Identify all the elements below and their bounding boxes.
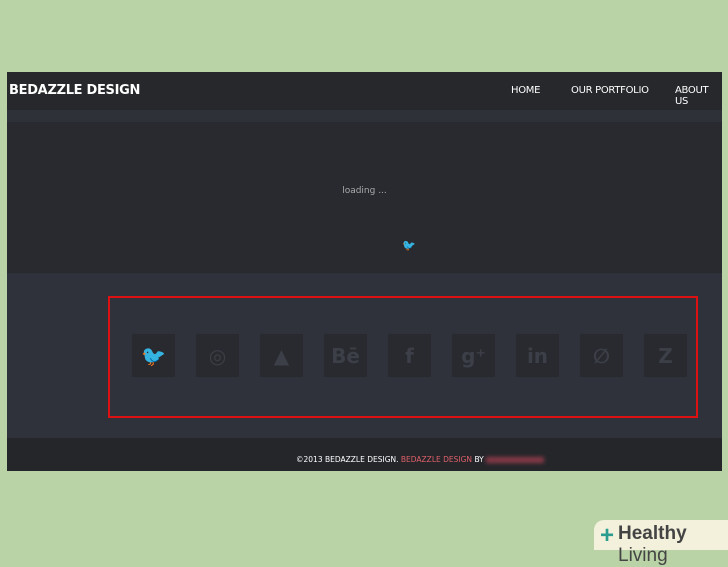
site-logo[interactable]: BEDAZZLE DESIGN (9, 83, 140, 98)
header-stripe (7, 110, 722, 122)
twitter-icon[interactable]: 🐦 (402, 239, 416, 252)
zerply-icon[interactable]: Z (644, 334, 687, 377)
twitter-icon[interactable]: 🐦 (132, 334, 175, 377)
loading-text: loading ... (342, 186, 387, 196)
footer-by: BY (474, 455, 484, 464)
footer-link[interactable]: BEDAZZLE DESIGN (401, 455, 472, 464)
nav-our-portfolio[interactable]: OUR PORTFOLIO (571, 85, 649, 96)
watermark-bold: Healthy (618, 523, 687, 544)
hero: loading ... 🐦 (7, 122, 722, 273)
dribbble-icon[interactable]: ◎ (196, 334, 239, 377)
evernote-icon[interactable]: ∅ (580, 334, 623, 377)
facebook-icon[interactable]: f (388, 334, 431, 377)
nav-about-us[interactable]: ABOUT US (675, 85, 722, 107)
social-section: 🐦 ◎ ▲ Bē f g⁺ in ∅ Z (7, 273, 722, 438)
blurred-author (486, 457, 545, 463)
linkedin-icon[interactable]: in (516, 334, 559, 377)
website-screen: BEDAZZLE DESIGN HOME OUR PORTFOLIO ABOUT… (7, 72, 722, 471)
footer: ©2013 BEDAZZLE DESIGN. BEDAZZLE DESIGN B… (7, 438, 722, 471)
behance-icon[interactable]: Bē (324, 334, 367, 377)
header: BEDAZZLE DESIGN HOME OUR PORTFOLIO ABOUT… (7, 72, 722, 110)
nav-home[interactable]: HOME (511, 85, 540, 96)
copyright: ©2013 BEDAZZLE DESIGN. (296, 455, 399, 464)
google-plus-icon[interactable]: g⁺ (452, 334, 495, 377)
footer-text: ©2013 BEDAZZLE DESIGN. BEDAZZLE DESIGN B… (296, 455, 545, 464)
forrst-icon[interactable]: ▲ (260, 334, 303, 377)
watermark-light: Living (618, 545, 668, 566)
